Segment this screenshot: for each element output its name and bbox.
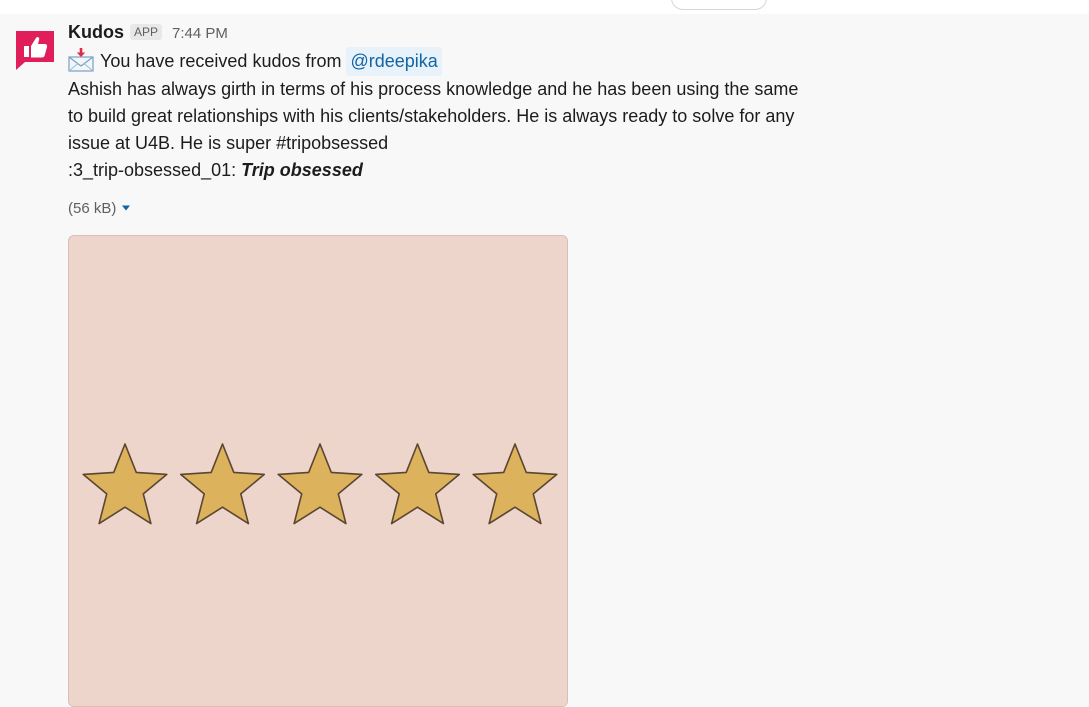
- trip-obsessed-line: :3_trip-obsessed_01: Trip obsessed: [68, 157, 828, 184]
- file-size: (56 kB): [68, 199, 117, 217]
- star-rating: [82, 443, 558, 525]
- message-body-line: to build great relationships with his cl…: [68, 106, 795, 126]
- message-content: Kudos APP 7:44 PM You have received kudo…: [68, 22, 828, 218]
- message-body-line: issue at U4B. He is super #tripobsessed: [68, 133, 389, 153]
- new-messages-pill[interactable]: [671, 0, 767, 10]
- image-attachment[interactable]: [68, 235, 568, 707]
- kudos-line: You have received kudos from @rdeepika: [68, 46, 828, 76]
- app-badge: APP: [130, 24, 163, 40]
- star-icon: [82, 443, 168, 525]
- star-icon: [374, 443, 461, 525]
- thumbs-up-icon[interactable]: [13, 28, 57, 72]
- caret-down-icon[interactable]: [121, 204, 131, 212]
- top-bar: [0, 0, 1089, 14]
- star-icon: [179, 443, 266, 525]
- incoming-envelope-icon: [68, 48, 94, 72]
- star-icon: [472, 443, 558, 525]
- message: Kudos APP 7:44 PM You have received kudo…: [0, 14, 1089, 707]
- user-mention[interactable]: @rdeepika: [346, 46, 442, 76]
- emoji-label: Trip obsessed: [241, 160, 363, 180]
- timestamp[interactable]: 7:44 PM: [172, 25, 228, 42]
- kudos-text: You have received kudos from: [100, 50, 342, 71]
- sender-name[interactable]: Kudos: [68, 22, 124, 43]
- file-meta[interactable]: (56 kB): [68, 198, 828, 218]
- star-icon: [277, 443, 363, 525]
- message-body-line: Ashish has always girth in terms of his …: [68, 79, 799, 99]
- message-header: Kudos APP 7:44 PM: [68, 22, 828, 46]
- emoji-code: :3_trip-obsessed_01:: [68, 160, 237, 180]
